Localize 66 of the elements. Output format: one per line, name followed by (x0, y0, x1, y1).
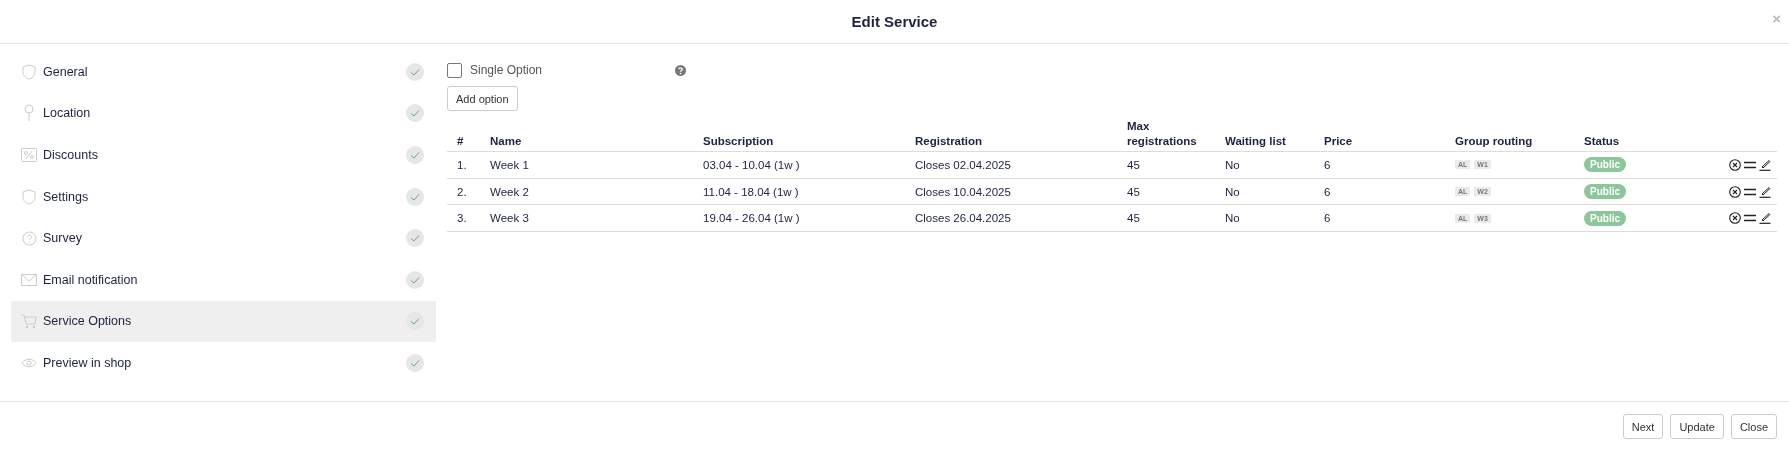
table-cell-text: Week 2 (489, 185, 530, 198)
column-header: Group routing (1454, 134, 1534, 149)
pin-icon (22, 104, 36, 123)
sidebar-item[interactable]: General (11, 51, 436, 93)
percent-icon (21, 148, 37, 162)
footer-button[interactable]: Close (1730, 414, 1777, 439)
edit-icon[interactable] (1759, 185, 1771, 198)
column-header: Price (1323, 134, 1354, 149)
table-cell-text: 19.04 - 26.04 (1w ) (702, 212, 801, 225)
table-cell-text: 2. (456, 185, 468, 198)
table-cell-text: 03.04 - 10.04 (1w ) (702, 158, 801, 171)
table-cell-text: Closes 10.04.2025 (914, 185, 1012, 198)
checkbox[interactable] (447, 62, 462, 78)
sidebar-item[interactable]: Email notification (11, 258, 436, 301)
remove-icon[interactable] (1729, 212, 1741, 225)
column-header: Registration (914, 134, 984, 149)
status-badge: Public (1584, 210, 1626, 226)
table-cell-text: 45 (1126, 185, 1141, 198)
sidebar-item[interactable]: Service Options (11, 300, 436, 343)
eye-icon (21, 357, 37, 368)
edit-icon[interactable] (1759, 158, 1771, 171)
drag-handle-icon[interactable] (1744, 160, 1756, 169)
table-cell-text: Closes 02.04.2025 (914, 158, 1012, 171)
table-cell-text: 6 (1323, 212, 1332, 225)
table-cell-text: No (1224, 185, 1241, 198)
help-icon[interactable] (675, 64, 686, 76)
column-header: Name (489, 134, 523, 149)
sidebar-item[interactable]: Survey (11, 217, 436, 259)
table-cell-text: 6 (1323, 185, 1332, 198)
column-header: Subscription (702, 134, 775, 149)
table-cell-text: Week 3 (489, 212, 530, 225)
shield-icon (22, 188, 36, 205)
table-cell-text: No (1224, 212, 1241, 225)
remove-icon[interactable] (1729, 185, 1741, 198)
cart-icon (21, 313, 37, 329)
checkbox-label: Single Option (470, 63, 544, 77)
column-header: Waiting list (1224, 134, 1287, 149)
envelope-icon (21, 273, 37, 286)
add-option-button[interactable]: Add option (447, 86, 518, 111)
table-cell-text: 1. (456, 158, 468, 171)
question-icon (21, 230, 37, 246)
status-badge: Public (1584, 157, 1626, 173)
column-header: # (456, 134, 465, 149)
footer-button[interactable]: Next (1622, 414, 1664, 439)
sidebar-item[interactable]: Location (11, 92, 436, 135)
table-cell-text: No (1224, 158, 1241, 171)
table-cell-text: 11.04 - 18.04 (1w ) (702, 185, 800, 198)
sidebar-item[interactable]: Settings (11, 175, 436, 218)
table-cell-text: 45 (1126, 212, 1141, 225)
table-cell-text: Closes 26.04.2025 (914, 212, 1012, 225)
table-cell-text: 6 (1323, 158, 1332, 171)
drag-handle-icon[interactable] (1744, 214, 1756, 223)
shield-icon (22, 63, 36, 80)
sidebar-item[interactable]: Preview in shop (11, 342, 436, 384)
table-cell-text: 3. (456, 212, 468, 225)
sidebar-item[interactable]: Discounts (11, 134, 436, 176)
footer-button[interactable]: Update (1670, 414, 1724, 439)
remove-icon[interactable] (1729, 158, 1741, 171)
table-cell-text: 45 (1126, 158, 1141, 171)
column-header: Max registrations (1126, 119, 1197, 149)
edit-icon[interactable] (1759, 212, 1771, 225)
column-header: Status (1583, 134, 1621, 149)
table-cell-text: Week 1 (489, 158, 530, 171)
status-badge: Public (1584, 184, 1626, 200)
window-title: Edit Service (851, 13, 938, 30)
drag-handle-icon[interactable] (1744, 187, 1756, 196)
